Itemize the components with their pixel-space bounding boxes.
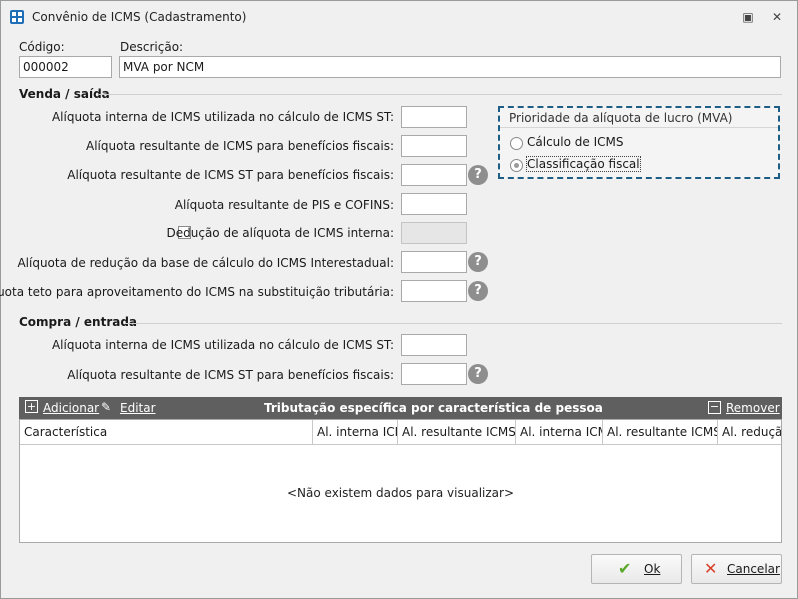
venda-teto-field[interactable]: [401, 280, 467, 302]
deducao-label: Dedução de alíquota de ICMS interna:: [166, 226, 395, 240]
column-header[interactable]: Al. resultante ICMS ST: [398, 420, 516, 444]
ok-label: Ok: [644, 562, 661, 576]
empty-message: <Não existem dados para visualizar>: [286, 486, 514, 500]
tributacao-grid[interactable]: Característica Al. interna ICMS Al. resu…: [19, 419, 782, 543]
edit-button[interactable]: Editar: [120, 401, 156, 415]
remove-button[interactable]: Remover: [726, 401, 780, 415]
ok-button[interactable]: ✔ Ok: [591, 554, 682, 584]
grid-header: Característica Al. interna ICMS Al. resu…: [20, 420, 781, 445]
compra-row-label: Alíquota interna de ICMS utilizada no cá…: [51, 338, 394, 352]
column-header[interactable]: Al. interna ICMS: [313, 420, 398, 444]
venda-aliq-interna-field[interactable]: [401, 106, 467, 128]
venda-aliq-st-beneficios-field[interactable]: [401, 164, 467, 186]
descricao-label: Descrição:: [120, 40, 184, 54]
app-icon: [10, 10, 24, 24]
dialog-window: Convênio de ICMS (Cadastramento) ▣ ✕ Cód…: [0, 0, 798, 599]
column-header[interactable]: Al. resultante ICMS ST: [603, 420, 718, 444]
help-icon[interactable]: ?: [468, 281, 488, 301]
radio-calculo-icms[interactable]: [510, 137, 523, 150]
radio-classificacao-fiscal[interactable]: [510, 159, 523, 172]
venda-divider: [99, 94, 782, 95]
prioridade-title: Prioridade da alíquota de lucro (MVA): [500, 108, 778, 128]
title-bar: Convênio de ICMS (Cadastramento) ▣ ✕: [1, 1, 797, 33]
deducao-field: [401, 222, 467, 244]
cancel-x-icon: ✕: [704, 559, 718, 578]
cancel-label: Cancelar: [727, 562, 780, 576]
compra-divider: [125, 323, 782, 324]
add-button[interactable]: Adicionar: [43, 401, 99, 415]
venda-row-label: Alíquota de redução da base de cálculo d…: [17, 256, 394, 270]
grid-toolbar: + Adicionar ✎ Editar Tributação específi…: [19, 397, 782, 419]
radio-classificacao-fiscal-label[interactable]: Classificação fiscal: [526, 156, 641, 172]
venda-pis-cofins-field[interactable]: [401, 193, 467, 215]
help-icon[interactable]: ?: [468, 165, 488, 185]
venda-reducao-base-field[interactable]: [401, 251, 467, 273]
venda-section-title: Venda / saída: [19, 87, 110, 101]
help-icon[interactable]: ?: [468, 252, 488, 272]
compra-aliq-interna-field[interactable]: [401, 334, 467, 356]
codigo-field[interactable]: 000002: [19, 56, 112, 78]
venda-row-label: Alíquota resultante de ICMS ST para bene…: [67, 168, 394, 182]
remove-icon[interactable]: −: [708, 401, 721, 414]
compra-row-label: Alíquota resultante de ICMS ST para bene…: [67, 368, 394, 382]
edit-icon[interactable]: ✎: [101, 400, 111, 414]
column-header[interactable]: Característica: [20, 420, 313, 444]
column-header[interactable]: Al. interna ICMS: [516, 420, 603, 444]
restore-icon[interactable]: ▣: [740, 9, 756, 25]
add-icon[interactable]: +: [25, 400, 38, 413]
help-icon[interactable]: ?: [468, 364, 488, 384]
close-icon[interactable]: ✕: [769, 9, 785, 25]
window-title: Convênio de ICMS (Cadastramento): [32, 10, 247, 24]
venda-row-label: Alíquota teto para aproveitamento do ICM…: [0, 285, 394, 299]
radio-calculo-icms-label[interactable]: Cálculo de ICMS: [527, 135, 623, 149]
cancel-button[interactable]: ✕ Cancelar: [691, 554, 782, 584]
venda-row-label: Alíquota resultante de ICMS para benefíc…: [86, 139, 394, 153]
grid-title: Tributação específica por característica…: [264, 401, 603, 415]
venda-row-label: Alíquota resultante de PIS e COFINS:: [174, 198, 394, 212]
venda-row-label: Alíquota interna de ICMS utilizada no cá…: [51, 110, 394, 124]
venda-aliq-beneficios-field[interactable]: [401, 135, 467, 157]
descricao-field[interactable]: MVA por NCM: [119, 56, 781, 78]
check-icon: ✔: [618, 559, 632, 578]
prioridade-mva-group: Prioridade da alíquota de lucro (MVA) Cá…: [498, 106, 780, 179]
codigo-label: Código:: [19, 40, 65, 54]
column-header[interactable]: Al. redução: [718, 420, 781, 444]
compra-section-title: Compra / entrada: [19, 315, 138, 329]
compra-aliq-st-field[interactable]: [401, 363, 467, 385]
